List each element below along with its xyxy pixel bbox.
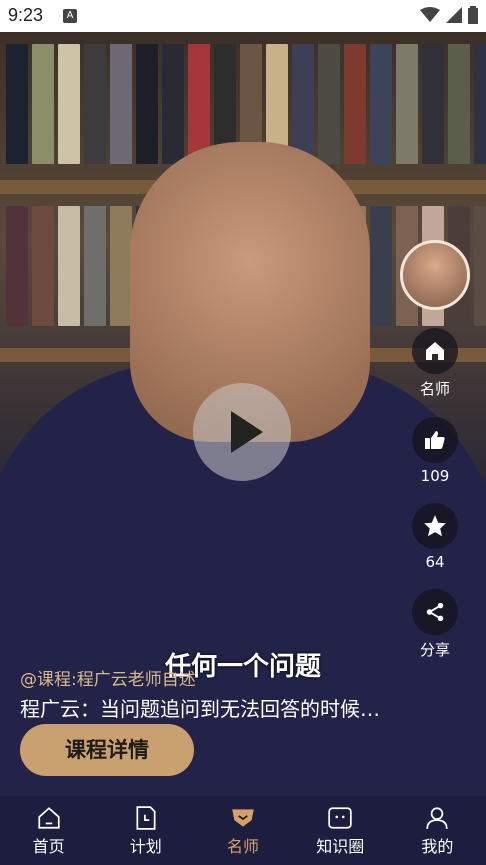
user-icon — [426, 806, 449, 829]
battery-icon — [468, 6, 478, 24]
wifi-icon — [420, 7, 440, 22]
star-icon[interactable] — [412, 503, 458, 549]
tab-plan[interactable]: 计划 — [97, 796, 194, 865]
tab-mine[interactable]: 我的 — [389, 796, 486, 865]
like-button[interactable]: 109 — [412, 417, 458, 485]
like-count: 109 — [420, 467, 450, 485]
signal-icon — [446, 7, 462, 23]
home-icon[interactable] — [412, 328, 458, 374]
teacher-home-label: 名师 — [419, 380, 450, 398]
side-action-column: 名师 109 64 分享 — [400, 240, 470, 660]
share-icon[interactable] — [412, 589, 458, 635]
tab-mine-label: 我的 — [421, 836, 454, 856]
bottom-tab-bar: 首页 计划 名师 知识圈 我的 — [0, 796, 486, 865]
teacher-avatar[interactable] — [400, 240, 470, 310]
tab-circle[interactable]: 知识圈 — [292, 796, 389, 865]
video-description: 程广云：当问题追问到无法回答的时候… — [20, 697, 380, 721]
tab-teacher-label: 名师 — [227, 836, 260, 856]
tab-plan-label: 计划 — [129, 836, 162, 856]
system-icons — [420, 6, 478, 24]
favorite-count: 64 — [425, 553, 445, 571]
notification-a-icon: A — [63, 9, 77, 23]
status-bar: 9:23 A — [0, 0, 486, 32]
course-tag-link[interactable]: @课程:程广云老师自述 — [20, 665, 196, 690]
tab-circle-label: 知识圈 — [316, 836, 365, 856]
teacher-icon — [232, 808, 254, 827]
favorite-button[interactable]: 64 — [412, 503, 458, 571]
tab-teacher[interactable]: 名师 — [194, 796, 291, 865]
thumbs-up-icon[interactable] — [412, 417, 458, 463]
course-detail-button[interactable]: 课程详情 — [20, 724, 194, 776]
tab-home-label: 首页 — [32, 836, 65, 856]
teacher-home-button[interactable]: 名师 — [412, 328, 458, 399]
clock-doc-icon — [136, 805, 156, 830]
chat-dots-icon — [328, 806, 352, 829]
play-button[interactable] — [193, 383, 291, 481]
status-time: 9:23 — [8, 5, 44, 25]
tab-home[interactable]: 首页 — [0, 796, 97, 865]
home-icon — [37, 806, 60, 829]
